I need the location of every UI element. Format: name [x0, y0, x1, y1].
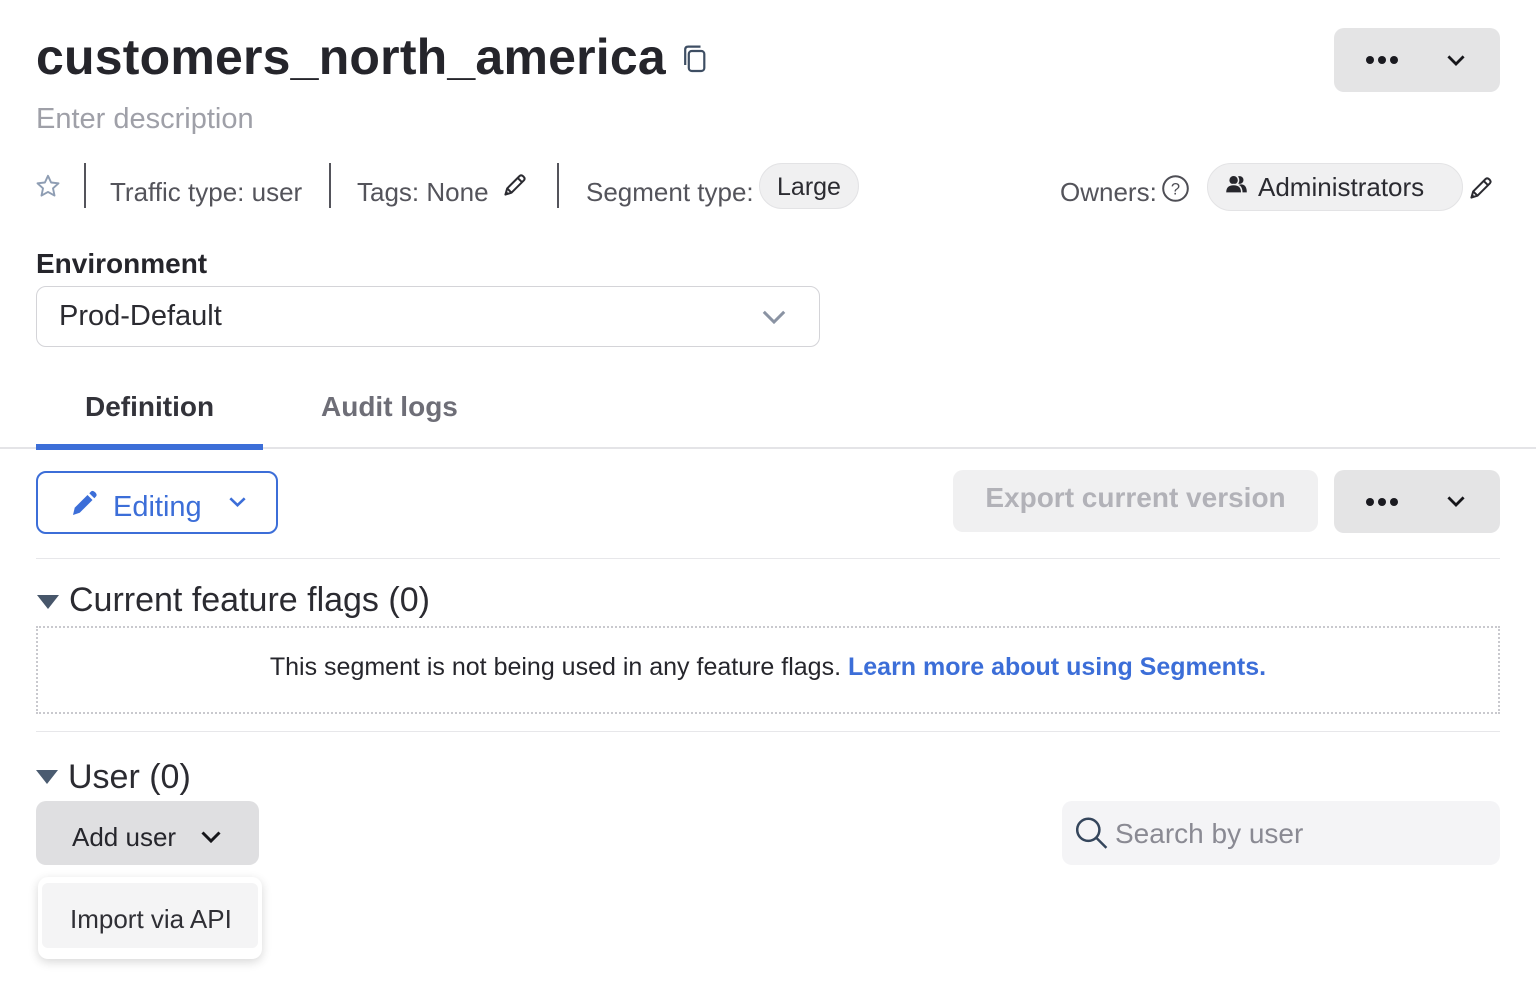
- svg-text:?: ?: [1171, 181, 1180, 199]
